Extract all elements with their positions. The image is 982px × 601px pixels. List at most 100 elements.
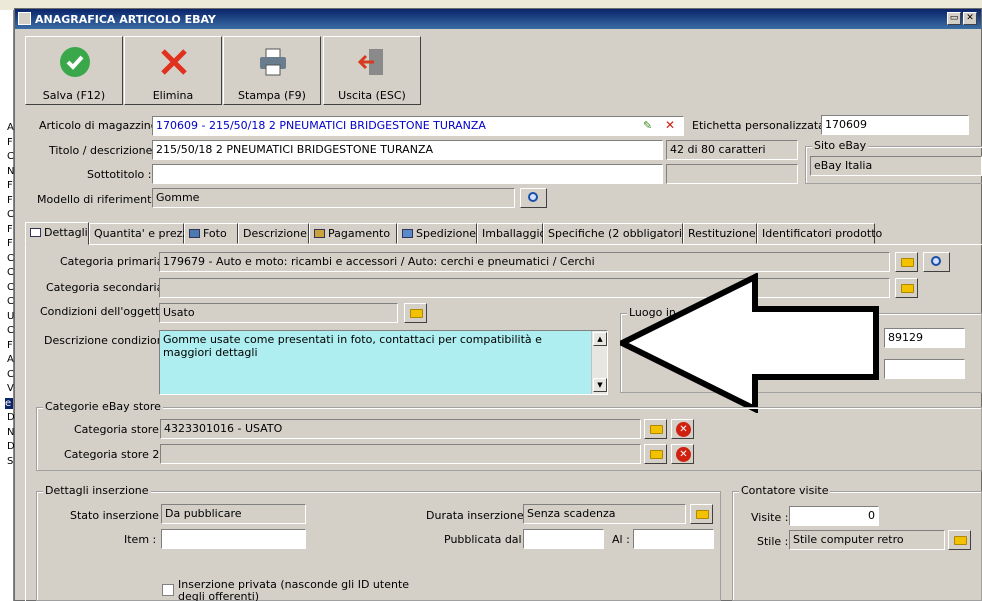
list-item: V: [7, 383, 14, 394]
tab-pagamento[interactable]: Pagamento: [309, 223, 397, 244]
list-item: C: [7, 368, 14, 380]
sottotitolo-count: [666, 164, 798, 184]
folder-icon: [954, 536, 967, 545]
clear-circle-icon: ✕: [676, 447, 691, 462]
truck-icon: [402, 229, 413, 238]
titolo-field[interactable]: 215/50/18 2 PNEUMATICI BRIDGESTONE TURAN…: [152, 140, 663, 160]
folder-icon: [650, 450, 663, 459]
etichetta-field[interactable]: 170609: [821, 115, 969, 135]
cat-store-label: Categoria store :: [74, 423, 167, 436]
cat-store2-clear-button[interactable]: ✕: [671, 444, 694, 464]
cat-primaria-label: Categoria primaria :: [60, 255, 171, 268]
window-title: ANAGRAFICA ARTICOLO EBAY: [35, 13, 216, 26]
close-button[interactable]: ✕: [963, 12, 977, 25]
tab-restituzione[interactable]: Restituzione: [683, 223, 757, 244]
tab-label: Specifiche (2 obbligatorie): [548, 227, 694, 240]
search-icon: [528, 192, 538, 202]
scroll-down-icon[interactable]: ▼: [593, 378, 607, 392]
cat-secondaria-label: Categoria secondaria :: [46, 281, 171, 294]
cat-store-clear-button[interactable]: ✕: [671, 419, 694, 439]
etichetta-label: Etichetta personalizzata :: [692, 119, 833, 132]
print-button[interactable]: Stampa (F9): [223, 36, 321, 105]
cat-store2-browse-button[interactable]: [644, 444, 667, 464]
printer-icon: [260, 48, 286, 76]
scroll-up-icon[interactable]: ▲: [593, 332, 607, 346]
tab-spedizione[interactable]: Spedizione: [397, 223, 477, 244]
visite-field[interactable]: 0: [789, 506, 879, 526]
tab-foto[interactable]: Foto: [184, 223, 238, 244]
cat-store-browse-button[interactable]: [644, 419, 667, 439]
desc-cond-textarea[interactable]: Gomme usate come presentati in foto, con…: [159, 330, 608, 395]
al-field[interactable]: [633, 529, 714, 549]
list-item: F: [7, 180, 13, 191]
sito-field: eBay Italia: [810, 156, 982, 176]
pubblicata-field[interactable]: [523, 529, 604, 549]
title-bar: ANAGRAFICA ARTICOLO EBAY ▭ ✕: [15, 9, 981, 29]
exit-button[interactable]: Uscita (ESC): [323, 36, 421, 105]
edit-pencil-icon[interactable]: ✎: [643, 119, 652, 132]
stile-browse-button[interactable]: [948, 530, 971, 550]
tab-label: Restituzione: [688, 227, 756, 240]
tab-imballaggio[interactable]: Imballaggio: [477, 223, 547, 244]
tab-identificatori-prodotto[interactable]: Identificatori prodotto: [757, 223, 882, 244]
folder-icon: [410, 309, 423, 318]
delete-button[interactable]: Elimina: [124, 36, 222, 105]
cat-store2-field: [160, 444, 641, 464]
list-item: C: [7, 209, 14, 220]
tab-dettagli[interactable]: Dettagli: [25, 222, 89, 245]
cat-primaria-search-button[interactable]: [923, 252, 950, 272]
folder-icon: [901, 258, 914, 267]
cat-primaria-field: 179679 - Auto e moto: ricambi e accessor…: [159, 252, 890, 272]
modello-search-button[interactable]: [520, 188, 547, 208]
durata-browse-button[interactable]: [690, 504, 713, 524]
inserzione-group: Dettagli inserzione Stato inserzione : D…: [36, 484, 721, 601]
delete-label: Elimina: [152, 89, 194, 102]
condizioni-browse-button[interactable]: [404, 303, 427, 323]
sito-ebay-group: Sito eBay eBay Italia: [805, 139, 982, 184]
camera-icon: [189, 229, 200, 238]
cat-store2-label: Categoria store 2 :: [64, 448, 167, 461]
print-label: Stampa (F9): [238, 89, 306, 102]
folder-icon: [901, 284, 914, 293]
restore-button[interactable]: ▭: [947, 12, 961, 25]
cap-field[interactable]: 89129: [884, 328, 965, 348]
list-item: F: [7, 194, 13, 206]
stile-label: Stile :: [757, 535, 789, 548]
tab-label: Spedizione: [416, 227, 477, 240]
condizioni-field: Usato: [159, 303, 398, 323]
tab-label: Descrizione: [243, 227, 307, 240]
list-item: F: [7, 223, 13, 235]
titolo-label: Titolo / descrizione :: [49, 144, 160, 157]
item-label: Item :: [124, 533, 157, 546]
tab-specifiche-2-obbligatorie[interactable]: Specifiche (2 obbligatorie): [543, 223, 693, 244]
stato-field: Da pubblicare: [161, 504, 306, 524]
tab-quantita-e-prezzo[interactable]: Quantita' e prezzo: [89, 223, 195, 244]
clear-circle-icon: ✕: [676, 422, 691, 437]
clear-x-icon[interactable]: ✕: [665, 118, 675, 132]
desc-scrollbar[interactable]: ▲ ▼: [591, 331, 607, 394]
list-item: C: [7, 325, 14, 336]
delete-x-icon: [161, 49, 187, 75]
save-label: Salva (F12): [42, 89, 106, 102]
articolo-label: Articolo di magazzino :: [39, 119, 165, 132]
contatore-group: Contatore visite Visite : 0 Stile : Stil…: [732, 484, 982, 601]
item-field[interactable]: [161, 529, 306, 549]
tab-descrizione[interactable]: Descrizione: [238, 223, 309, 244]
list-item: F: [7, 136, 13, 148]
articolo-field[interactable]: 170609 - 215/50/18 2 PNEUMATICI BRIDGEST…: [152, 116, 684, 136]
tab-label: Foto: [203, 227, 227, 240]
save-button[interactable]: Salva (F12): [25, 36, 123, 105]
luogo-field[interactable]: [884, 359, 965, 379]
privata-checkbox[interactable]: [162, 584, 174, 596]
cat-primaria-browse-button[interactable]: [895, 252, 918, 272]
cat-secondaria-browse-button[interactable]: [895, 278, 918, 298]
window-icon: [18, 12, 31, 25]
tab-label: Imballaggio: [482, 227, 547, 240]
list-item: C: [7, 267, 14, 278]
tab-label: Dettagli: [44, 226, 88, 239]
condizioni-label: Condizioni dell'oggetto :: [40, 305, 174, 318]
visite-label: Visite :: [751, 511, 789, 524]
sottotitolo-field[interactable]: [152, 164, 663, 184]
pubblicata-label: Pubblicata dal :: [444, 533, 529, 546]
list-item: A: [7, 354, 14, 365]
